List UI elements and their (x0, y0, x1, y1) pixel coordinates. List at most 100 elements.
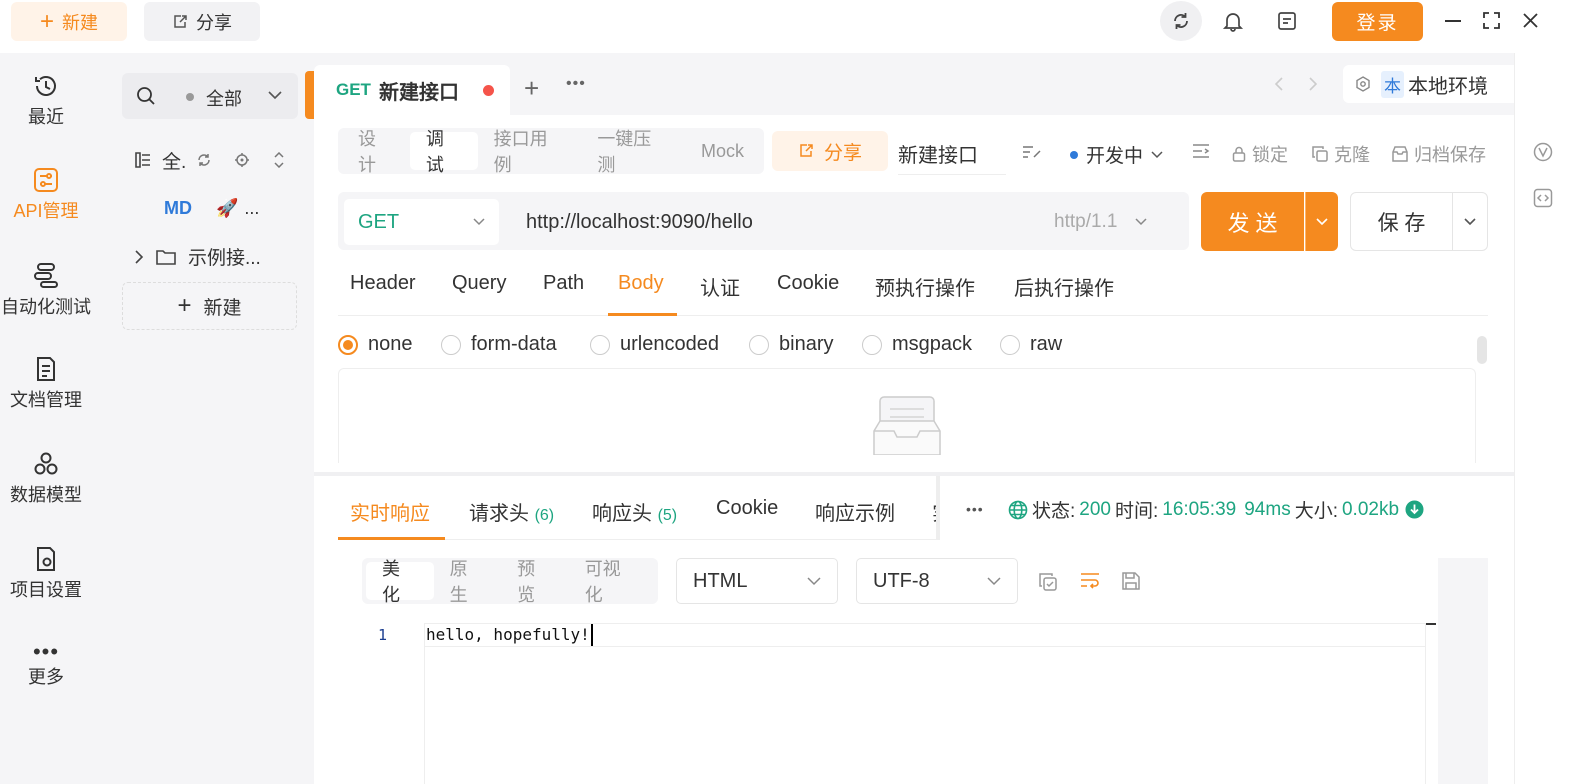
response-more-icon[interactable]: ••• (966, 501, 984, 517)
status-select[interactable]: 开发中 (1070, 141, 1163, 168)
method-select[interactable]: GET (344, 199, 499, 245)
tab-new-interface[interactable]: GET 新建接口 (314, 65, 510, 115)
chevron-down-icon (807, 576, 821, 586)
tree-md-row[interactable]: MD 🚀 ... (164, 198, 259, 219)
bell-icon[interactable] (1222, 10, 1244, 32)
tree-root-row[interactable]: 全. (134, 145, 294, 175)
edit-icon[interactable] (1022, 144, 1042, 160)
nav-item-data-model[interactable]: 数据模型 (0, 451, 92, 507)
mode-mock[interactable]: Mock (685, 132, 760, 170)
tab-pre-script[interactable]: 预执行操作 (875, 272, 975, 301)
tab-auth[interactable]: 认证 (700, 272, 740, 301)
nav-item-automation[interactable]: 自动化测试 (0, 261, 92, 319)
locate-icon[interactable] (234, 152, 250, 168)
view-visualize[interactable]: 可视化 (569, 559, 654, 605)
refresh-icon[interactable] (196, 152, 212, 168)
view-preview[interactable]: 预览 (501, 559, 569, 605)
mode-load-test[interactable]: 一键压测 (581, 129, 685, 175)
view-raw[interactable]: 原生 (434, 559, 502, 605)
login-button[interactable]: 登录 (1332, 2, 1423, 41)
search-icon (136, 86, 156, 106)
tab-more-icon[interactable]: ••• (566, 75, 586, 93)
radio-urlencoded[interactable]: urlencoded (590, 333, 719, 356)
chevron-down-icon (987, 576, 1001, 586)
format-select[interactable]: HTML (676, 558, 838, 604)
send-button[interactable]: 发 送 (1201, 192, 1304, 251)
align-icon[interactable] (1192, 143, 1210, 159)
mode-test-case[interactable]: 接口用例 (478, 129, 582, 175)
close-icon[interactable] (1522, 12, 1539, 29)
new-button[interactable]: + 新建 (11, 2, 127, 41)
version-icon[interactable] (1533, 142, 1553, 162)
view-pretty[interactable]: 美化 (366, 559, 434, 605)
tab-response-cookie[interactable]: Cookie (716, 497, 778, 520)
tree-new-button[interactable]: + 新建 (122, 282, 297, 330)
radio-binary[interactable]: binary (749, 333, 833, 356)
tab-response-headers[interactable]: 响应头 (5) (592, 497, 677, 526)
response-tabs: 实时响应 请求头 (6) 响应头 (5) Cookie 响应示例 实 (338, 476, 940, 540)
nav-item-docs[interactable]: 文档管理 (0, 356, 92, 412)
mode-design[interactable]: 设计 (342, 129, 410, 175)
radio-none[interactable]: none (338, 333, 413, 356)
collapse-icon[interactable] (272, 152, 286, 168)
response-editor[interactable]: 1 hello, hopefully! (362, 623, 1488, 784)
wrap-icon[interactable] (1080, 572, 1100, 590)
filter-select[interactable]: 全部 (206, 85, 242, 111)
tab-live-underline (338, 537, 445, 540)
clone-button[interactable]: 克隆 (1312, 141, 1370, 167)
status-value: 200 (1079, 498, 1111, 520)
save-button[interactable]: 保 存 (1350, 192, 1453, 251)
tab-header[interactable]: Header (350, 272, 416, 295)
doc-icon (33, 356, 59, 382)
env-settings-icon (1355, 76, 1371, 92)
radio-label: none (368, 333, 413, 355)
sync-icon[interactable] (1160, 1, 1202, 41)
radio-form-data[interactable]: form-data (441, 333, 557, 356)
radio-circle (749, 334, 769, 355)
nav-item-recent[interactable]: 最近 (0, 73, 92, 129)
mode-debug[interactable]: 调试 (409, 129, 478, 175)
status-dot-icon (1070, 150, 1078, 159)
tab-cookie[interactable]: Cookie (777, 272, 839, 295)
download-icon[interactable] (1405, 500, 1424, 519)
minimize-icon[interactable] (1445, 20, 1461, 22)
tab-response-example[interactable]: 响应示例 (815, 497, 895, 526)
save-response-icon[interactable] (1122, 572, 1140, 590)
radio-raw[interactable]: raw (1000, 333, 1062, 356)
tab-request-headers[interactable]: 请求头 (6) (469, 497, 554, 526)
api-share-button[interactable]: 分享 (772, 131, 888, 171)
lock-button[interactable]: 锁定 (1232, 141, 1288, 167)
send-dropdown-button[interactable] (1305, 192, 1338, 251)
nav-item-more[interactable]: ••• 更多 (0, 641, 92, 689)
tree-search-box[interactable]: 全部 (122, 73, 298, 119)
url-input[interactable]: http://localhost:9090/hello (526, 211, 1026, 234)
notes-icon[interactable] (1276, 10, 1298, 32)
tab-body[interactable]: Body (618, 272, 664, 295)
body-scrollbar[interactable] (1477, 336, 1487, 364)
tab-live-response[interactable]: 实时响应 (350, 497, 430, 526)
nav-item-api[interactable]: API管理 (0, 167, 92, 223)
status-label: 开发中 (1086, 146, 1144, 167)
copy-icon[interactable] (1038, 572, 1058, 592)
encoding-select[interactable]: UTF-8 (856, 558, 1018, 604)
folder-icon (156, 248, 176, 266)
archive-button[interactable]: 归档保存 (1392, 141, 1486, 167)
tab-path[interactable]: Path (543, 272, 584, 295)
add-tab-icon[interactable]: + (524, 73, 539, 104)
size-label: 大小: (1294, 501, 1338, 522)
nav-item-project-settings[interactable]: 项目设置 (0, 546, 92, 602)
tab-next-icon[interactable] (1308, 77, 1318, 91)
share-button[interactable]: 分享 (144, 2, 260, 41)
history-icon (33, 73, 59, 99)
save-dropdown-button[interactable] (1452, 192, 1488, 251)
radio-msgpack[interactable]: msgpack (862, 333, 972, 356)
tab-prev-icon[interactable] (1274, 77, 1284, 91)
api-name-field[interactable]: 新建接口 (898, 139, 1006, 175)
protocol-select[interactable]: http/1.1 (1054, 211, 1147, 233)
response-right-scrollbar[interactable] (1438, 558, 1488, 784)
tab-post-script[interactable]: 后执行操作 (1014, 272, 1114, 301)
maximize-icon[interactable] (1483, 12, 1500, 29)
tree-folder-row[interactable]: 示例接... (134, 243, 261, 270)
code-icon[interactable] (1533, 188, 1553, 208)
tab-query[interactable]: Query (452, 272, 506, 295)
